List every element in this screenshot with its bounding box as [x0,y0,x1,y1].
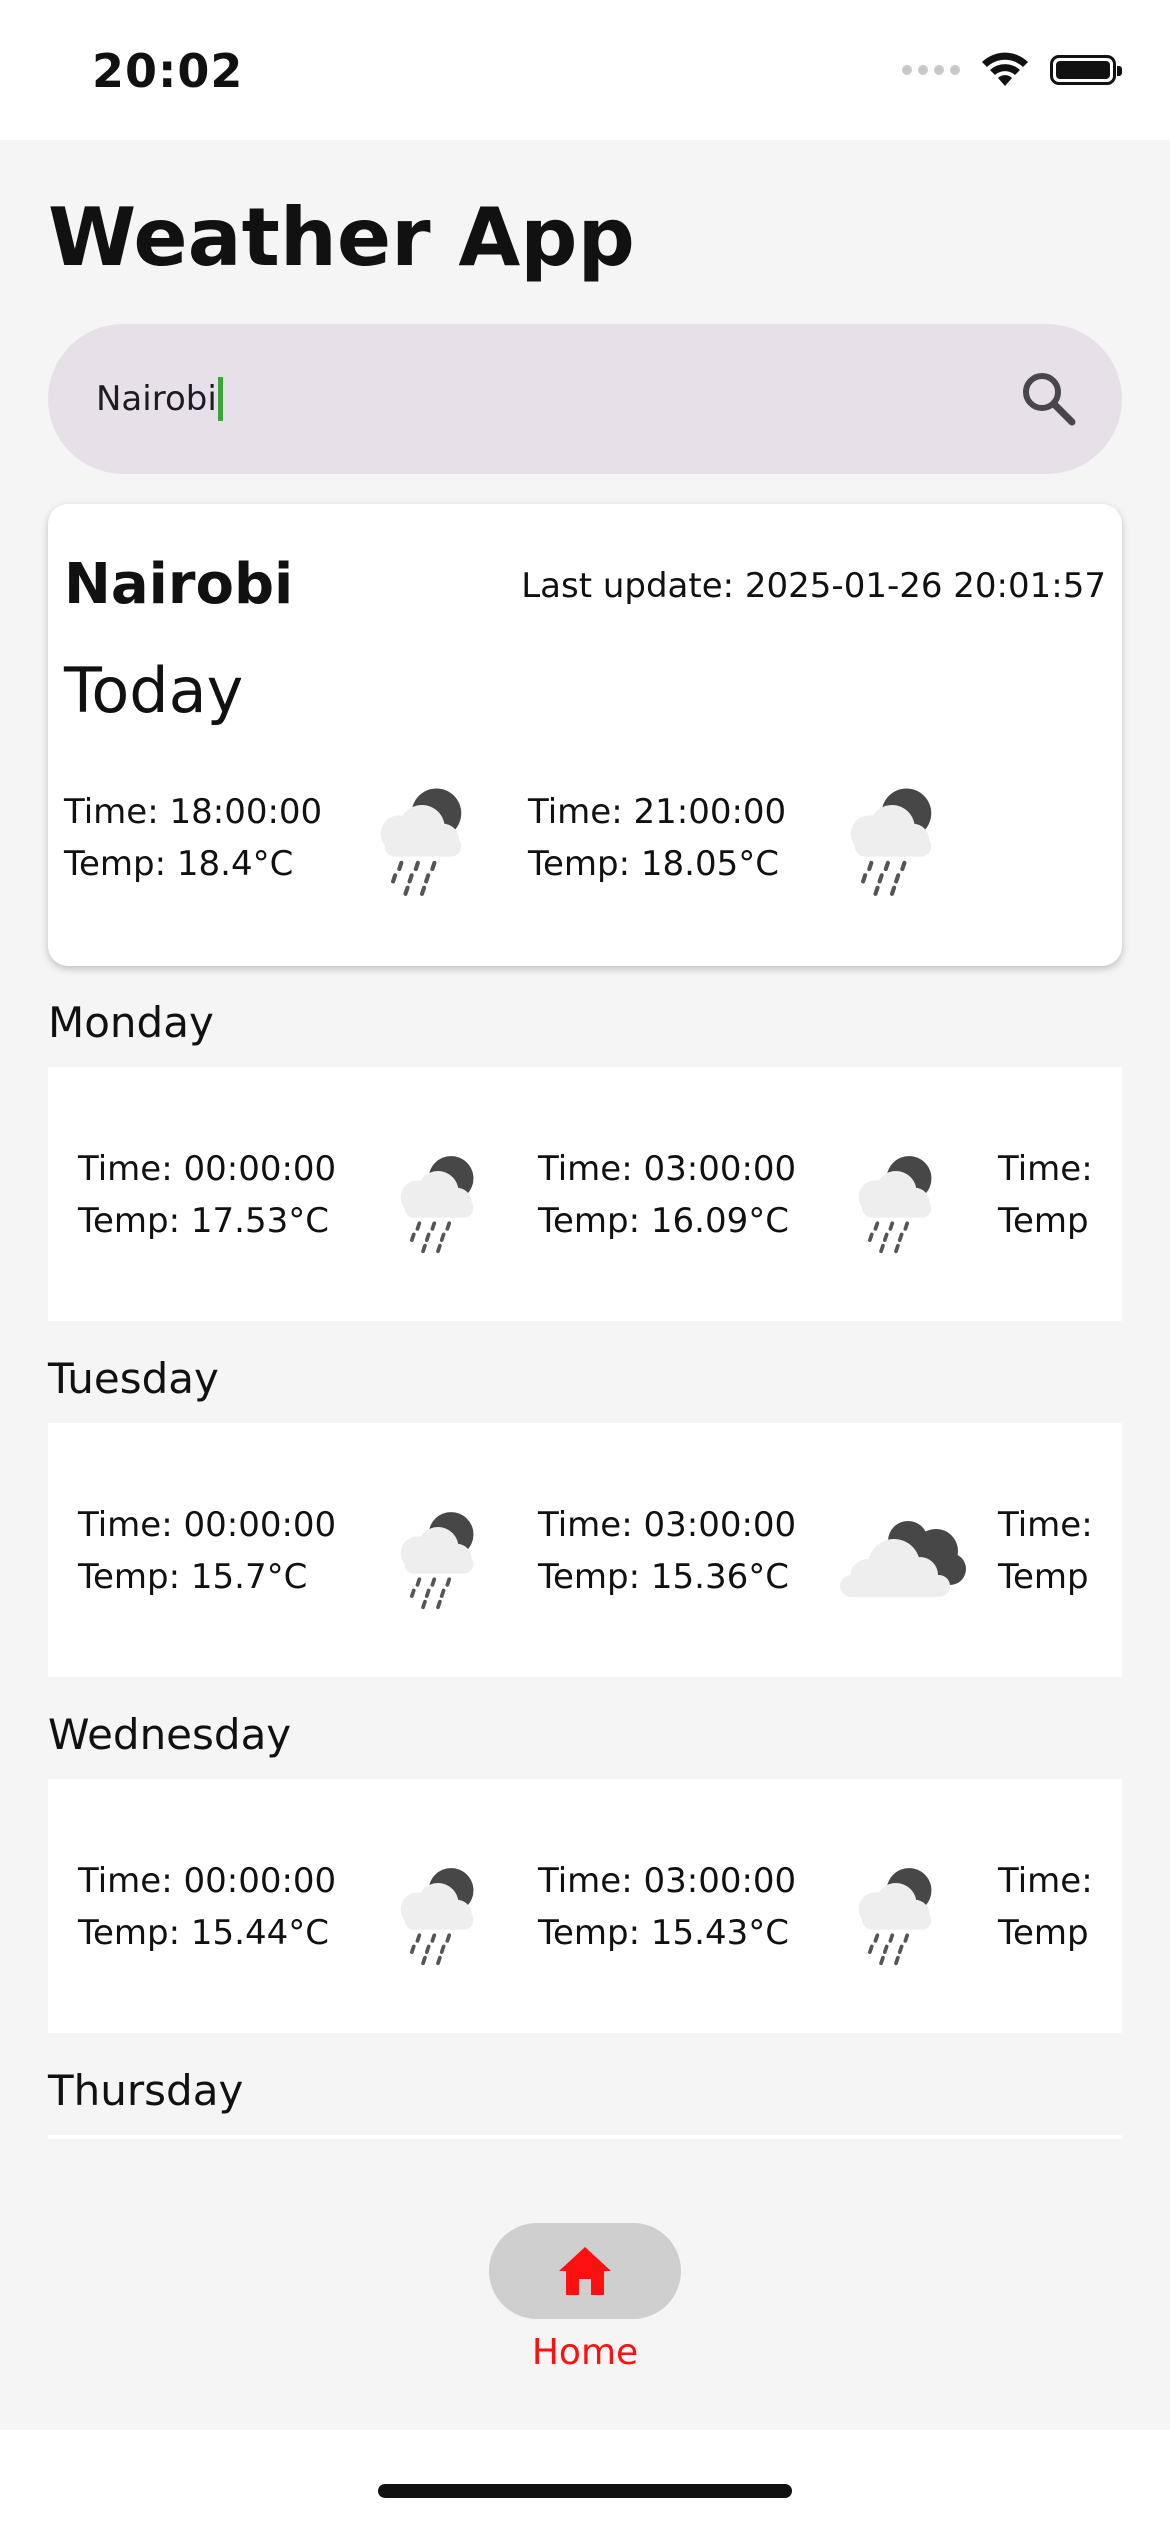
slot-temp: Temp: 18.4°C [64,844,294,884]
slot-temp: Temp: 18.05°C [528,844,779,884]
wifi-icon [982,52,1028,86]
search-input[interactable]: Nairobi [96,372,223,426]
forecast-slot: Time: Temp [998,1499,1093,1603]
forecast-slot: Time: Temp [998,1855,1093,1959]
slot-time: Time: 00:00:00 [78,1505,337,1545]
slot-temp: Temp [998,1913,1089,1953]
battery-icon [1050,55,1122,85]
home-icon [559,2247,611,2295]
text-caret [217,377,223,421]
slot-time: Time: 00:00:00 [78,1149,337,1189]
slot-temp: Temp: 15.7°C [78,1557,308,1597]
rain-night-icon [840,1855,952,1967]
forecast-slot: Time: 00:00:00 Temp: 15.44°C [78,1855,336,1959]
forecast-row-monday[interactable]: Time: 00:00:00 Temp: 17.53°C Time: 03:00… [48,1067,1122,1321]
rain-night-icon [360,774,484,898]
slot-temp: Temp: 15.44°C [78,1913,329,1953]
slot-time: Time: 18:00:00 [64,792,323,832]
slot-time: Time: [998,1505,1093,1545]
app-screen: Weather App Nairobi Nairobi Last update:… [0,140,1170,2430]
home-indicator[interactable] [378,2484,792,2498]
forecast-slot: Time: Temp [998,1143,1093,1247]
today-label: Today [64,654,244,727]
city-name: Nairobi [64,552,294,617]
rain-night-icon [830,774,954,898]
today-weather-card: Nairobi Last update: 2025-01-26 20:01:57… [48,504,1122,966]
slot-temp: Temp: 17.53°C [78,1201,329,1241]
forecast-row-tuesday[interactable]: Time: 00:00:00 Temp: 15.7°C Time: 03:00:… [48,1423,1122,1677]
forecast-row-thursday[interactable] [48,2135,1122,2139]
rain-night-icon [382,1499,494,1611]
forecast-slot: Time: 21:00:00 Temp: 18.05°C [528,786,786,890]
forecast-slot: Time: 00:00:00 Temp: 15.7°C [78,1499,336,1603]
slot-time: Time: 03:00:00 [538,1861,797,1901]
forecast-slot: Time: 00:00:00 Temp: 17.53°C [78,1143,336,1247]
slot-temp: Temp [998,1201,1089,1241]
slot-time: Time: [998,1149,1093,1189]
app-title: Weather App [48,191,635,284]
day-label-wednesday: Wednesday [48,1710,292,1759]
slot-time: Time: 03:00:00 [538,1149,797,1189]
status-time: 20:02 [92,44,244,98]
rain-night-icon [382,1143,494,1255]
slot-temp: Temp: 15.43°C [538,1913,789,1953]
slot-temp: Temp [998,1557,1089,1597]
last-update: Last update: 2025-01-26 20:01:57 [521,566,1106,606]
day-label-monday: Monday [48,998,214,1047]
slot-time: Time: [998,1861,1093,1901]
slot-time: Time: 21:00:00 [528,792,787,832]
search-bar[interactable]: Nairobi [48,324,1122,474]
cellular-signal-icon [902,65,960,75]
forecast-slot: Time: 03:00:00 Temp: 15.43°C [538,1855,796,1959]
day-label-thursday: Thursday [48,2066,244,2115]
forecast-slot: Time: 18:00:00 Temp: 18.4°C [64,786,322,890]
rain-night-icon [382,1855,494,1967]
status-bar: 20:02 [0,0,1170,140]
search-input-value: Nairobi [96,379,217,419]
slot-time: Time: 00:00:00 [78,1861,337,1901]
rain-night-icon [840,1143,952,1255]
forecast-slot: Time: 03:00:00 Temp: 15.36°C [538,1499,796,1603]
nav-home-label[interactable]: Home [0,2332,1170,2373]
cloudy-night-icon [832,1499,972,1611]
day-label-tuesday: Tuesday [48,1354,219,1403]
search-icon[interactable] [1016,366,1082,432]
forecast-slot: Time: 03:00:00 Temp: 16.09°C [538,1143,796,1247]
status-icons [902,52,1122,88]
forecast-row-wednesday[interactable]: Time: 00:00:00 Temp: 15.44°C Time: 03:00… [48,1779,1122,2033]
nav-home-button[interactable] [489,2223,681,2319]
slot-time: Time: 03:00:00 [538,1505,797,1545]
slot-temp: Temp: 15.36°C [538,1557,789,1597]
slot-temp: Temp: 16.09°C [538,1201,789,1241]
